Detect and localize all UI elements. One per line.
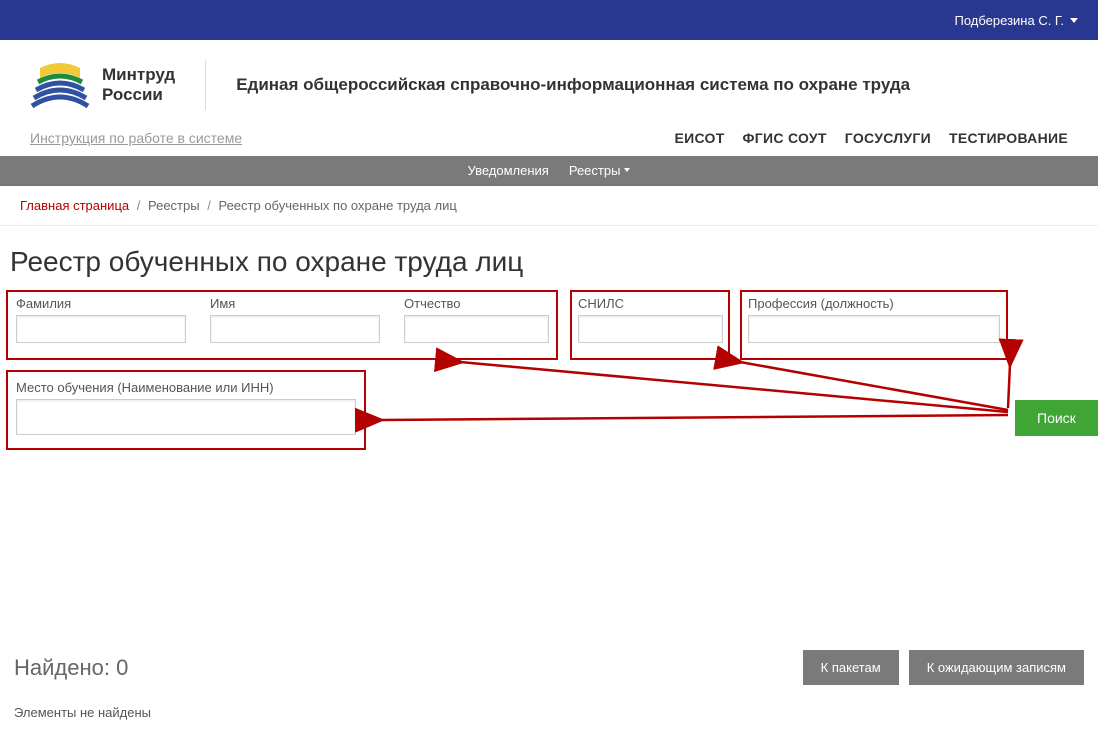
user-name: Подберезина С. Г.: [955, 13, 1065, 28]
field-firstname: Имя: [210, 296, 380, 343]
found-buttons: К пакетам К ожидающим записям: [803, 650, 1084, 685]
breadcrumb-mid: Реестры: [148, 198, 200, 213]
nav-links: ЕИСОТ ФГИС СОУТ ГОСУСЛУГИ ТЕСТИРОВАНИЕ: [674, 130, 1068, 146]
lastname-label: Фамилия: [16, 296, 186, 311]
to-pending-button[interactable]: К ожидающим записям: [909, 650, 1084, 685]
breadcrumb: Главная страница / Реестры / Реестр обуч…: [0, 186, 1098, 226]
breadcrumb-sep: /: [207, 198, 211, 213]
firstname-input[interactable]: [210, 315, 380, 343]
profession-label: Профессия (должность): [748, 296, 1000, 311]
empty-message: Элементы не найдены: [10, 705, 1088, 720]
field-profession: Профессия (должность): [748, 296, 1000, 343]
topbar: Подберезина С. Г.: [0, 0, 1098, 40]
firstname-label: Имя: [210, 296, 380, 311]
menu-registries-label: Реестры: [569, 163, 621, 178]
field-patronymic: Отчество: [404, 296, 549, 343]
filters: Фамилия Имя Отчество СНИЛС Профессия (до…: [10, 290, 1088, 460]
user-dropdown[interactable]: Подберезина С. Г.: [955, 13, 1079, 28]
logo-text: Минтруд России: [102, 65, 175, 105]
page-title: Реестр обученных по охране труда лиц: [10, 246, 1088, 278]
logo-block: Минтруд России: [30, 60, 206, 110]
nav-testing[interactable]: ТЕСТИРОВАНИЕ: [949, 130, 1068, 146]
patronymic-input[interactable]: [404, 315, 549, 343]
logo-line2: России: [102, 85, 175, 105]
snils-label: СНИЛС: [578, 296, 723, 311]
found-row: Найдено: 0 К пакетам К ожидающим записям: [10, 650, 1088, 685]
menu-bar: Уведомления Реестры: [0, 156, 1098, 186]
content: Реестр обученных по охране труда лиц Фам…: [0, 226, 1098, 730]
system-title: Единая общероссийская справочно-информац…: [236, 75, 1068, 95]
header: Минтруд России Единая общероссийская спр…: [0, 40, 1098, 130]
patronymic-label: Отчество: [404, 296, 549, 311]
breadcrumb-home[interactable]: Главная страница: [20, 198, 129, 213]
caret-down-icon: [624, 168, 630, 172]
menu-notifications[interactable]: Уведомления: [468, 163, 549, 178]
found-text: Найдено: 0: [14, 655, 128, 681]
breadcrumb-current: Реестр обученных по охране труда лиц: [218, 198, 456, 213]
place-input[interactable]: [16, 399, 356, 435]
lastname-input[interactable]: [16, 315, 186, 343]
place-label: Место обучения (Наименование или ИНН): [16, 380, 356, 395]
snils-input[interactable]: [578, 315, 723, 343]
search-button[interactable]: Поиск: [1015, 400, 1098, 436]
found-label: Найдено:: [14, 655, 110, 680]
logo-icon: [30, 60, 90, 110]
menu-notifications-label: Уведомления: [468, 163, 549, 178]
instruction-link[interactable]: Инструкция по работе в системе: [30, 130, 242, 146]
caret-down-icon: [1070, 18, 1078, 23]
nav-fgis[interactable]: ФГИС СОУТ: [743, 130, 827, 146]
menu-registries[interactable]: Реестры: [569, 163, 631, 178]
logo-line1: Минтруд: [102, 65, 175, 85]
profession-input[interactable]: [748, 315, 1000, 343]
field-place: Место обучения (Наименование или ИНН): [16, 380, 356, 435]
field-snils: СНИЛС: [578, 296, 723, 343]
found-count: 0: [116, 655, 128, 680]
nav-eisot[interactable]: ЕИСОТ: [674, 130, 724, 146]
field-lastname: Фамилия: [16, 296, 186, 343]
subheader: Инструкция по работе в системе ЕИСОТ ФГИ…: [0, 130, 1098, 156]
breadcrumb-sep: /: [137, 198, 141, 213]
to-packets-button[interactable]: К пакетам: [803, 650, 899, 685]
nav-gosuslugi[interactable]: ГОСУСЛУГИ: [845, 130, 931, 146]
